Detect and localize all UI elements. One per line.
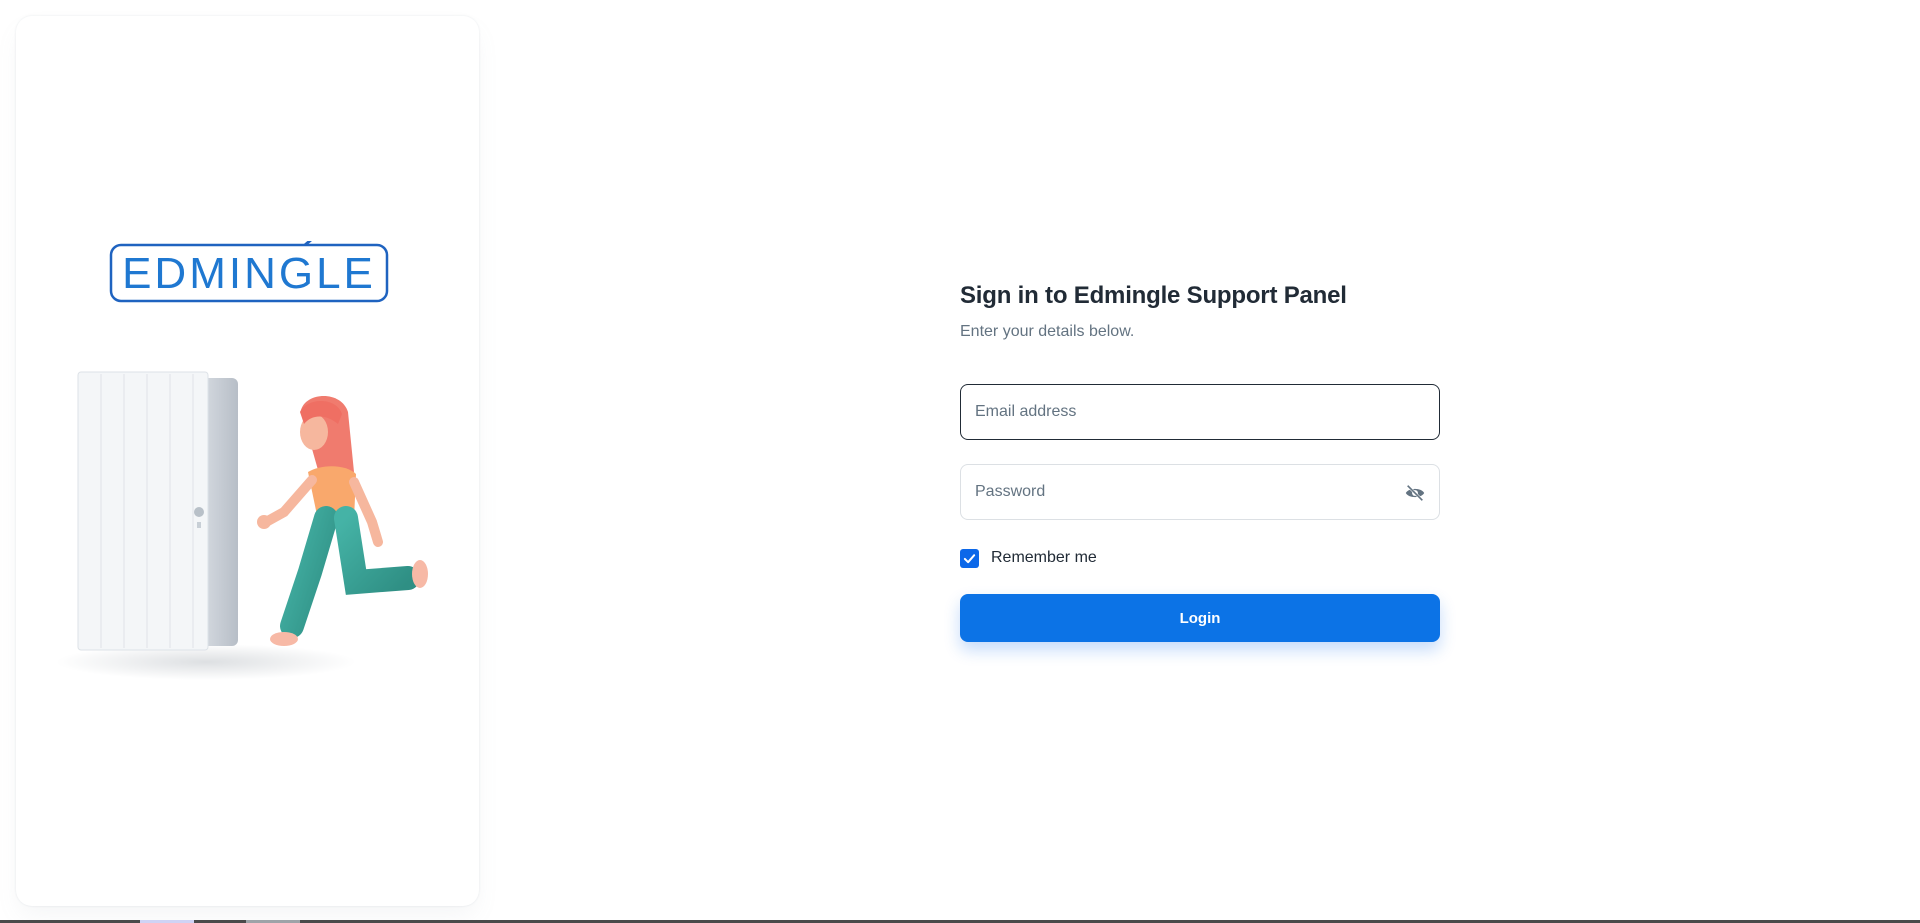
- checkmark-icon: [963, 553, 976, 563]
- page-title: Sign in to Edmingle Support Panel: [960, 282, 1347, 309]
- illustration-panel: EDMINGLE: [16, 16, 479, 906]
- login-button[interactable]: Login: [960, 594, 1440, 642]
- password-input[interactable]: [975, 483, 1425, 501]
- edmingle-logo: EDMINGLE: [109, 241, 389, 303]
- logo-text: EDMINGLE: [122, 249, 376, 298]
- running-person-door-illustration: [56, 371, 428, 680]
- email-field[interactable]: [960, 384, 1440, 440]
- toggle-password-visibility-button[interactable]: [1401, 479, 1429, 507]
- email-input[interactable]: [975, 403, 1425, 421]
- remember-me-checkbox[interactable]: [960, 548, 979, 568]
- password-field[interactable]: [960, 464, 1440, 520]
- login-form: Sign in to Edmingle Support Panel Enter …: [960, 276, 1440, 642]
- remember-me-label[interactable]: Remember me: [991, 549, 1097, 567]
- page-subtitle: Enter your details below.: [960, 323, 1135, 340]
- remember-me-row: Remember me: [960, 546, 1440, 570]
- eye-off-icon: [1405, 484, 1425, 502]
